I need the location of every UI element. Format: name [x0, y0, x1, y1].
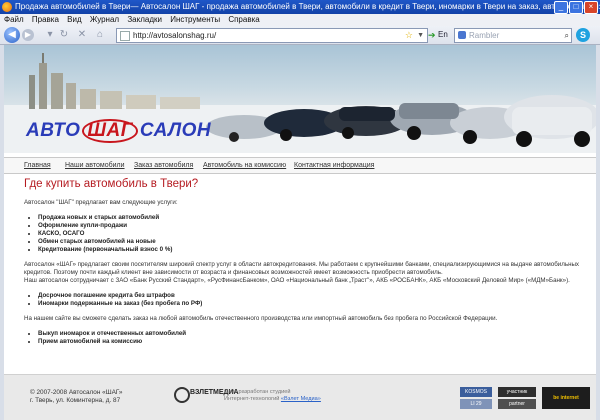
- developer-link[interactable]: «Взлет Медиа»: [281, 396, 321, 402]
- search-engine-icon[interactable]: [458, 31, 466, 39]
- developer-line2: Интернет-технологий: [224, 396, 280, 402]
- services-list: Продажа новых и старых автомобилей Оформ…: [38, 214, 586, 254]
- url-text[interactable]: http://avtosalonshag.ru/: [133, 31, 216, 40]
- extra-services-list: Выкуп иномарок и отечественных автомобил…: [38, 330, 586, 346]
- window-title: Продажа автомобилей в Твери— Автосалон Ш…: [15, 2, 600, 11]
- nav-home[interactable]: Главная: [24, 158, 51, 173]
- web-page: АВТО ШАГ САЛОН Главная Наши автомобили Зак…: [4, 45, 596, 420]
- counter-badge[interactable]: be internet: [542, 387, 590, 409]
- site-logo[interactable]: АВТО ШАГ САЛОН: [26, 119, 211, 143]
- search-icon[interactable]: ⌕: [565, 29, 569, 42]
- list-item: Иномарки подержанные на заказ (без пробе…: [38, 300, 586, 308]
- page-icon: [120, 31, 130, 41]
- main-content: Где купить автомобиль в Твери? Автосалон…: [24, 177, 586, 353]
- copyright-text: © 2007-2008 Автосалон «ШАГ»: [30, 389, 123, 396]
- firefox-icon: [2, 2, 12, 12]
- credit-options-list: Досрочное погашение кредита без штрафов …: [38, 292, 586, 308]
- counter-badge[interactable]: KOSMOS: [460, 387, 492, 397]
- copyright-block: © 2007-2008 Автосалон «ШАГ» г. Тверь, ул…: [30, 389, 122, 405]
- list-item: Кредитование (первоначальный взнос 0 %): [38, 246, 586, 254]
- menu-edit[interactable]: Правка: [32, 15, 59, 24]
- page-footer: © 2007-2008 Автосалон «ШАГ» г. Тверь, ул…: [4, 374, 596, 420]
- address-text: г. Тверь, ул. Коминтерна, д. 87: [30, 397, 121, 404]
- menu-view[interactable]: Вид: [67, 15, 81, 24]
- logo-middle: ШАГ: [82, 119, 138, 143]
- window-titlebar: Продажа автомобилей в Твери— Автосалон Ш…: [0, 0, 600, 14]
- nav-contacts[interactable]: Контактная информация: [294, 158, 374, 173]
- url-dropdown-icon[interactable]: ▼: [417, 29, 424, 42]
- language-indicator[interactable]: En: [438, 30, 448, 39]
- nav-car-order[interactable]: Заказ автомобиля: [134, 158, 193, 173]
- banks-text: Наш автосалон сотрудничает с ЗАО «Банк Р…: [24, 277, 570, 284]
- search-input[interactable]: Rambler ⌕: [454, 28, 572, 43]
- logo-right: САЛОН: [139, 120, 212, 141]
- menu-tools[interactable]: Инструменты: [170, 15, 220, 24]
- counter-badge[interactable]: LI 29: [460, 399, 492, 409]
- minimize-icon[interactable]: _: [554, 1, 568, 14]
- back-icon[interactable]: ◀: [4, 27, 20, 43]
- address-bar[interactable]: http://avtosalonshag.ru/ ☆ ▼: [116, 28, 428, 43]
- menu-bookmarks[interactable]: Закладки: [127, 15, 162, 24]
- credit-text: Автосалон «ШАГ» предлагает своим посетит…: [24, 261, 580, 276]
- list-item: Продажа новых и старых автомобилей: [38, 214, 586, 222]
- search-placeholder: Rambler: [469, 31, 500, 40]
- list-item: Обмен старых автомобилей на новые: [38, 238, 586, 246]
- reload-icon[interactable]: ↻: [58, 29, 70, 41]
- list-item: Досрочное погашение кредита без штрафов: [38, 292, 586, 300]
- developer-credit: Сайт разработан студией Интернет-техноло…: [224, 389, 321, 403]
- developer-logo-icon[interactable]: [174, 387, 190, 403]
- logo-left: АВТО: [26, 120, 81, 141]
- bookmark-star-icon[interactable]: ☆: [405, 29, 413, 42]
- developer-line1: Сайт разработан студией: [224, 389, 291, 395]
- menu-file[interactable]: Файл: [4, 15, 24, 24]
- home-icon[interactable]: ⌂: [94, 29, 106, 41]
- page-title: Где купить автомобиль в Твери?: [24, 178, 199, 190]
- history-dropdown-icon[interactable]: ▾: [44, 29, 56, 41]
- nav-our-cars[interactable]: Наши автомобили: [65, 158, 125, 173]
- counter-badge[interactable]: участник: [498, 387, 536, 397]
- window-controls: _ □ ×: [554, 1, 598, 14]
- maximize-icon[interactable]: □: [569, 1, 583, 14]
- stop-icon[interactable]: ✕: [76, 29, 88, 41]
- menu-history[interactable]: Журнал: [90, 15, 119, 24]
- forward-icon[interactable]: ▶: [22, 29, 34, 41]
- menu-help[interactable]: Справка: [228, 15, 259, 24]
- credit-paragraph: Автосалон «ШАГ» предлагает своим посетит…: [24, 261, 586, 285]
- list-item: КАСКО, ОСАГО: [38, 230, 586, 238]
- list-item: Выкуп иномарок и отечественных автомобил…: [38, 330, 586, 338]
- counter-badge[interactable]: partner: [498, 399, 536, 409]
- intro-text: Автосалон "ШАГ" предлагает вам следующие…: [24, 199, 178, 206]
- nav-commission[interactable]: Автомобиль на комиссию: [203, 158, 286, 173]
- site-navigation: Главная Наши автомобили Заказ автомобиля…: [4, 157, 596, 174]
- close-icon[interactable]: ×: [584, 1, 598, 14]
- go-icon[interactable]: ➔: [428, 30, 438, 40]
- header-banner: АВТО ШАГ САЛОН: [4, 45, 596, 153]
- list-item: Оформление купли-продажи: [38, 222, 586, 230]
- skype-icon[interactable]: S: [576, 28, 590, 42]
- order-paragraph: На нашем сайте вы сможете сделать заказ …: [24, 315, 498, 322]
- navigation-toolbar: ◀ ▶ ▾ ↻ ✕ ⌂ http://avtosalonshag.ru/ ☆ ▼…: [0, 26, 600, 45]
- list-item: Прием автомобилей на комиссию: [38, 338, 586, 346]
